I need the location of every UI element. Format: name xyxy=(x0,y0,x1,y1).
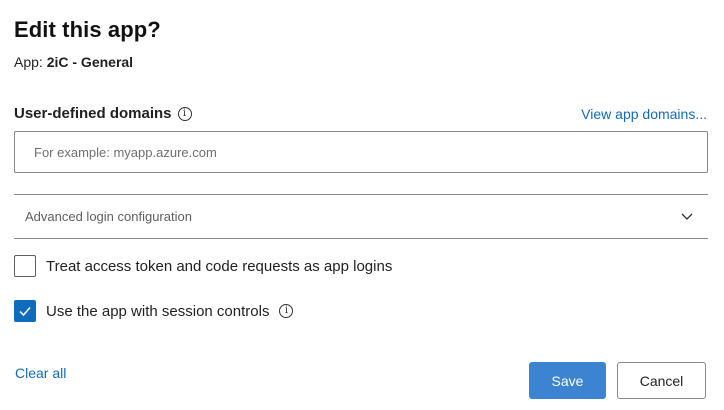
domains-label-row: User-defined domains i xyxy=(14,105,192,122)
app-name: 2iC - General xyxy=(46,54,134,70)
info-icon[interactable]: i xyxy=(177,106,192,121)
cancel-button[interactable]: Cancel xyxy=(617,362,706,399)
save-button[interactable]: Save xyxy=(529,362,606,399)
advanced-login-accordion[interactable]: Advanced login configuration xyxy=(14,194,708,239)
app-subtitle: App: 2iC - General xyxy=(14,54,133,70)
domains-label: User-defined domains xyxy=(14,105,172,122)
option-app-logins[interactable]: Treat access token and code requests as … xyxy=(14,255,392,277)
session-controls-label: Use the app with session controls xyxy=(46,302,270,320)
checkmark-icon xyxy=(19,307,31,317)
domains-input[interactable] xyxy=(14,131,708,173)
app-logins-label: Treat access token and code requests as … xyxy=(46,257,393,275)
edit-app-dialog: Edit this app? App: 2iC - General User-d… xyxy=(0,0,724,410)
option-session-controls[interactable]: Use the app with session controls i xyxy=(14,300,294,322)
subtitle-prefix: App: xyxy=(14,54,43,70)
info-icon[interactable]: i xyxy=(279,304,294,318)
dialog-title: Edit this app? xyxy=(14,17,161,42)
clear-all-link[interactable]: Clear all xyxy=(15,365,66,381)
chevron-down-icon xyxy=(681,213,693,220)
advanced-login-label: Advanced login configuration xyxy=(25,209,192,224)
session-controls-checkbox[interactable] xyxy=(14,300,36,322)
app-logins-checkbox[interactable] xyxy=(14,255,36,277)
view-app-domains-link[interactable]: View app domains... xyxy=(581,106,707,122)
